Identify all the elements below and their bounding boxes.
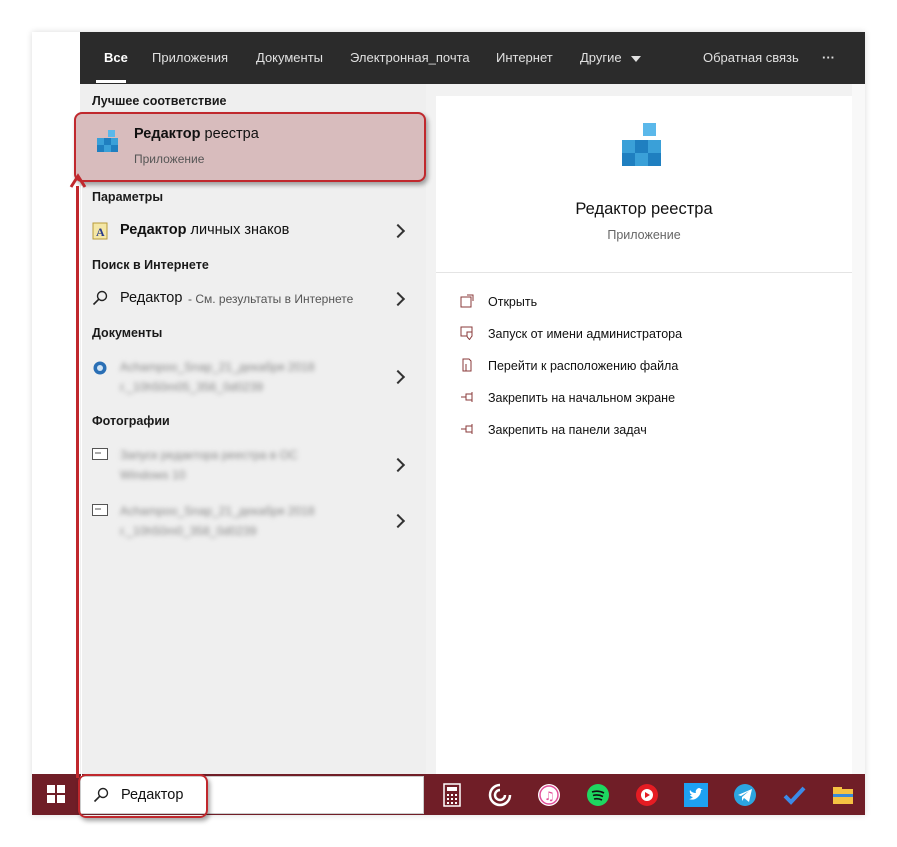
search-icon <box>92 290 108 306</box>
best-match-item[interactable]: Редактор реестра Приложение <box>74 112 426 182</box>
file-icon <box>462 358 472 372</box>
tab-documents[interactable]: Документы <box>256 32 323 84</box>
tab-all[interactable]: Все <box>104 32 128 84</box>
annotation-arrow <box>76 186 79 778</box>
tab-other-label: Другие <box>580 50 622 65</box>
photo-subtitle: Windows 10 <box>120 468 186 482</box>
tab-internet[interactable]: Интернет <box>496 32 553 84</box>
youtube-icon[interactable] <box>633 781 661 809</box>
action-label: Запуск от имени администратора <box>488 327 683 341</box>
open-icon <box>460 294 474 308</box>
tab-apps[interactable]: Приложения <box>152 32 228 84</box>
section-web-search: Поиск в Интернете <box>92 258 209 272</box>
action-label: Открыть <box>488 295 538 309</box>
telegram-icon[interactable] <box>731 781 759 809</box>
search-highlight-frame <box>78 774 208 818</box>
photo-item[interactable]: Запуск редактора реестра в ОС Windows 10 <box>80 440 426 490</box>
shield-icon <box>460 326 473 340</box>
snap-app-icon <box>93 361 107 375</box>
section-best-match: Лучшее соответствие <box>92 94 227 108</box>
chevron-right-icon[interactable] <box>390 513 406 529</box>
windows-start-icon[interactable] <box>46 784 66 804</box>
photo-title: Запуск редактора реестра в ОС <box>120 448 298 462</box>
registry-editor-icon <box>97 130 118 152</box>
more-options-icon[interactable]: ··· <box>822 32 835 84</box>
results-list: Лучшее соответствие Редактор реестра При… <box>74 84 426 774</box>
document-subtitle: г._10h50m05_356_0d0239 <box>120 380 264 394</box>
left-rail <box>32 32 80 774</box>
settings-item-label: Редактор личных знаков <box>120 222 290 238</box>
explorer-icon[interactable] <box>829 781 857 809</box>
tab-other[interactable]: Другие <box>580 32 642 84</box>
web-search-item[interactable]: Редактор - См. результаты в Интернете <box>80 282 426 316</box>
todo-icon[interactable] <box>780 781 808 809</box>
twitter-icon[interactable] <box>682 781 710 809</box>
right-edge <box>852 84 865 774</box>
preview-title: Редактор реестра <box>575 200 713 218</box>
action-label: Перейти к расположению файла <box>488 359 679 373</box>
web-search-hint: - См. результаты в Интернете <box>188 292 354 306</box>
private-character-editor-icon: A <box>92 222 108 240</box>
best-match-title: Редактор реестра <box>134 126 259 142</box>
chevron-right-icon[interactable] <box>390 457 406 473</box>
section-documents: Документы <box>92 326 163 340</box>
preview-pane: Редактор реестра Приложение Открыть Запу… <box>436 96 852 774</box>
best-match-subtitle: Приложение <box>134 152 205 166</box>
action-label: Закрепить на панели задач <box>488 423 647 437</box>
image-file-icon <box>92 448 108 460</box>
document-title: Achampoo_Snap_21_декабря 2018 <box>120 360 315 374</box>
section-settings: Параметры <box>92 190 163 204</box>
pin-icon <box>461 424 473 434</box>
action-label: Закрепить на начальном экране <box>488 391 676 405</box>
chevron-right-icon[interactable] <box>390 369 406 385</box>
chevron-right-icon[interactable] <box>390 223 406 239</box>
caret-down-icon <box>631 55 642 62</box>
photo-subtitle: г._10h50m0_358_0d0239 <box>120 524 257 538</box>
pin-icon <box>461 392 473 402</box>
arrow-head-icon <box>69 173 87 188</box>
annotation-arrow-highlight <box>81 186 82 776</box>
search-filter-bar: Все Приложения Документы Электронная_поч… <box>80 32 865 84</box>
photo-item[interactable]: Achampoo_Snap_21_декабря 2018 г._10h50m0… <box>80 496 426 546</box>
cortana-icon[interactable] <box>486 781 514 809</box>
settings-item[interactable]: A Редактор личных знаков <box>80 214 426 248</box>
chevron-right-icon[interactable] <box>390 291 406 307</box>
divider <box>436 272 852 273</box>
section-photos: Фотографии <box>92 414 170 428</box>
feedback-link[interactable]: Обратная связь <box>703 32 799 84</box>
registry-editor-large-icon <box>622 123 661 166</box>
photo-title: Achampoo_Snap_21_декабря 2018 <box>120 504 315 518</box>
active-tab-indicator <box>96 80 126 83</box>
web-search-query: Редактор <box>120 290 183 306</box>
image-file-icon <box>92 504 108 516</box>
svg-text:♫: ♫ <box>544 789 555 803</box>
calculator-icon[interactable] <box>438 781 466 809</box>
preview-subtitle: Приложение <box>607 228 681 242</box>
itunes-icon[interactable]: ♫ <box>535 781 563 809</box>
spotify-icon[interactable] <box>584 781 612 809</box>
svg-text:A: A <box>96 225 105 239</box>
tab-email[interactable]: Электронная_почта <box>350 32 470 84</box>
document-item[interactable]: Achampoo_Snap_21_декабря 2018 г._10h50m0… <box>80 352 426 402</box>
